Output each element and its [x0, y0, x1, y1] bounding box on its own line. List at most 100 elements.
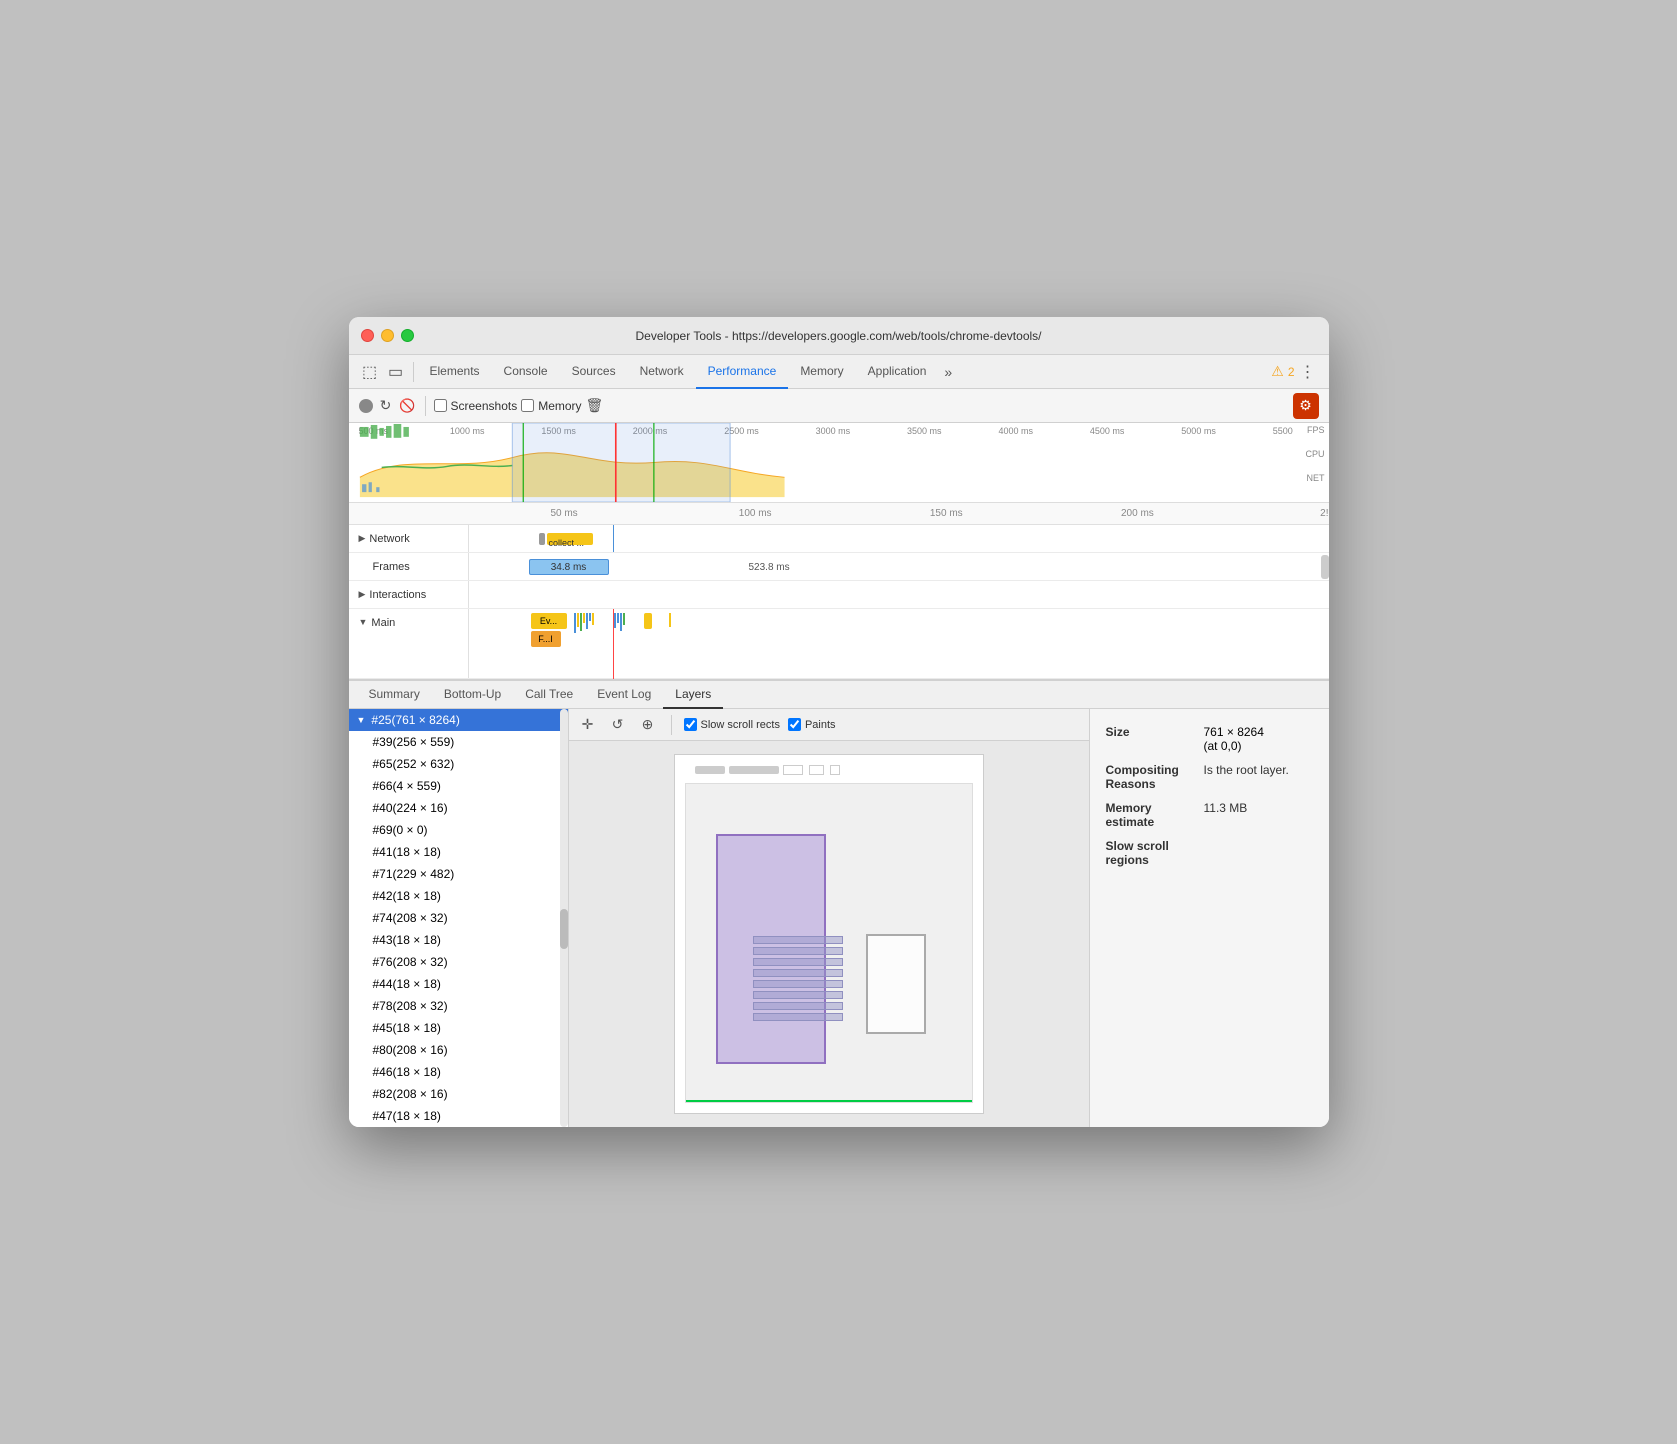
screenshots-checkbox[interactable]: Screenshots [434, 399, 518, 413]
tab-bottom-up[interactable]: Bottom-Up [432, 681, 513, 709]
layer-item[interactable]: #74(208 × 32) [349, 907, 568, 929]
layer-item[interactable]: #46(18 × 18) [349, 1061, 568, 1083]
layer-id: #40(224 × 16) [373, 801, 448, 815]
size-value: 761 × 8264 [1204, 725, 1264, 739]
slow-scroll-label: Slow scroll rects [701, 719, 780, 731]
interactions-collapse-icon[interactable]: ▶ [359, 589, 366, 600]
mini-bar-group-3 [669, 613, 671, 627]
layer-item[interactable]: #71(229 × 482) [349, 863, 568, 885]
layer-item[interactable]: #45(18 × 18) [349, 1017, 568, 1039]
paints-checkbox-input[interactable] [788, 718, 801, 731]
list-bar [753, 1002, 843, 1010]
ld-box-2 [809, 765, 824, 775]
delete-icon[interactable]: 🗑 [586, 397, 604, 414]
main-ev-label: Ev... [540, 616, 557, 626]
minimize-button[interactable] [381, 329, 394, 342]
time-200ms: 200 ms [1042, 508, 1233, 519]
layer-item[interactable]: #44(18 × 18) [349, 973, 568, 995]
frames-content: 34.8 ms 523.8 ms [469, 553, 1329, 580]
tab-call-tree[interactable]: Call Tree [513, 681, 585, 709]
layer-item[interactable]: #39(256 × 559) [349, 731, 568, 753]
tab-event-log[interactable]: Event Log [585, 681, 663, 709]
tab-console[interactable]: Console [492, 356, 560, 389]
ld-box-3 [830, 765, 840, 775]
layer-collapse-icon: ▼ [357, 715, 366, 725]
tab-performance[interactable]: Performance [696, 356, 789, 389]
tab-layers[interactable]: Layers [663, 681, 723, 709]
ld-bar-1 [695, 766, 725, 774]
memory-checkbox[interactable]: Memory [521, 399, 581, 413]
memory-checkbox-input[interactable] [521, 399, 534, 412]
list-bar [753, 991, 843, 999]
close-button[interactable] [361, 329, 374, 342]
main-track-label: Main [371, 617, 395, 629]
size-values: 761 × 8264 (at 0,0) [1204, 725, 1264, 753]
main-collapse-icon[interactable]: ▼ [359, 617, 368, 627]
layer-id: #25(761 × 8264) [371, 713, 459, 727]
layer-item[interactable]: #80(208 × 16) [349, 1039, 568, 1061]
mini-bar [617, 613, 619, 623]
tab-summary[interactable]: Summary [357, 681, 432, 709]
diagram-inner-frame [685, 783, 973, 1103]
layer-item[interactable]: ▼ #25(761 × 8264) [349, 709, 568, 731]
layer-purple-region [716, 834, 826, 1064]
compositing-info-row: Compositing Reasons Is the root layer. [1106, 763, 1313, 791]
layer-item[interactable]: #78(208 × 32) [349, 995, 568, 1017]
layer-item[interactable]: #66(4 × 559) [349, 775, 568, 797]
inspect-icon[interactable]: ⬚ [357, 359, 383, 385]
rotate-tool-icon[interactable]: ↺ [607, 714, 629, 736]
maximize-button[interactable] [401, 329, 414, 342]
memory-label: Memory [538, 399, 581, 413]
layer-item[interactable]: #43(18 × 18) [349, 929, 568, 951]
tab-application[interactable]: Application [856, 356, 939, 389]
layer-item[interactable]: #47(18 × 18) [349, 1105, 568, 1127]
reload-button[interactable]: ↻ [377, 397, 395, 415]
size-label: Size [1106, 725, 1196, 753]
layer-item[interactable]: #76(208 × 32) [349, 951, 568, 973]
layer-id: #78(208 × 32) [373, 999, 448, 1013]
pan-tool-icon[interactable]: ✛ [577, 714, 599, 736]
layer-item[interactable]: #41(18 × 18) [349, 841, 568, 863]
frame-time-1: 34.8 ms [551, 562, 587, 573]
network-collapse-icon[interactable]: ▶ [359, 533, 366, 544]
devtools-window: Developer Tools - https://developers.goo… [349, 317, 1329, 1127]
ld-box [783, 765, 803, 775]
sep1 [425, 396, 426, 416]
mini-bar [620, 613, 622, 631]
performance-toolbar: ↻ 🚫 Screenshots Memory 🗑 ⚙ [349, 389, 1329, 423]
tab-elements[interactable]: Elements [418, 356, 492, 389]
tab-more[interactable]: » [938, 364, 958, 380]
tab-memory[interactable]: Memory [788, 356, 855, 389]
settings-button[interactable]: ⚙ [1293, 393, 1319, 419]
paints-checkbox[interactable]: Paints [788, 718, 836, 731]
layer-item[interactable]: #65(252 × 632) [349, 753, 568, 775]
layers-canvas: ✛ ↺ ⊕ Slow scroll rects Paints [569, 709, 1089, 1127]
frame-time-2: 523.8 ms [749, 559, 790, 575]
slow-scroll-checkbox[interactable]: Slow scroll rects [684, 718, 780, 731]
device-icon[interactable]: ▭ [383, 359, 409, 385]
devtools-menu-icon[interactable]: ⋮ [1295, 359, 1321, 385]
layers-list-scrollbar[interactable] [560, 709, 568, 1127]
layer-item[interactable]: #82(208 × 16) [349, 1083, 568, 1105]
layer-item[interactable]: #40(224 × 16) [349, 797, 568, 819]
layers-list-scrollbar-thumb[interactable] [560, 909, 568, 949]
tab-network[interactable]: Network [628, 356, 696, 389]
layer-id: #82(208 × 16) [373, 1087, 448, 1101]
layer-item[interactable]: #69(0 × 0) [349, 819, 568, 841]
main-item-ev: Ev... [531, 613, 567, 629]
time-ruler: 50 ms 100 ms 150 ms 200 ms 2! [349, 503, 1329, 525]
clear-button[interactable]: 🚫 [399, 397, 417, 415]
list-bar [753, 947, 843, 955]
layer-list-items [753, 936, 843, 1021]
layer-item[interactable]: #42(18 × 18) [349, 885, 568, 907]
slow-scroll-checkbox-input[interactable] [684, 718, 697, 731]
mini-bar [586, 613, 588, 629]
record-button[interactable] [359, 399, 373, 413]
tab-sources[interactable]: Sources [560, 356, 628, 389]
move-tool-icon[interactable]: ⊕ [637, 714, 659, 736]
screenshots-checkbox-input[interactable] [434, 399, 447, 412]
frames-scrollbar[interactable] [1321, 555, 1329, 579]
mini-bar-group-2 [614, 613, 625, 631]
main-f-label: F...I [538, 634, 553, 644]
mini-bar [589, 613, 591, 621]
